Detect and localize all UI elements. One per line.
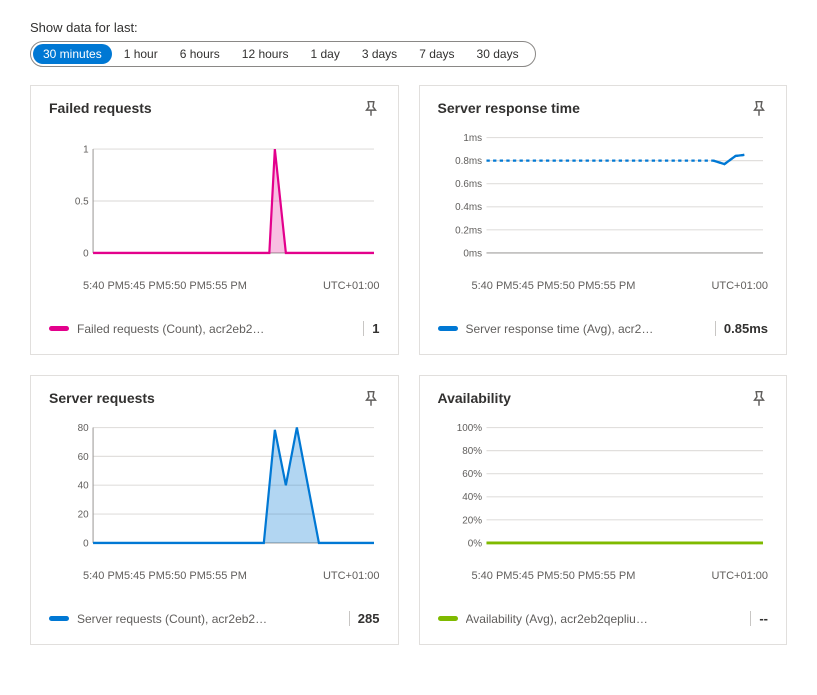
chart-legend[interactable]: Server response time (Avg), acr2… 0.85ms xyxy=(438,321,769,336)
svg-text:0: 0 xyxy=(83,248,89,259)
card-server-requests: Server requests 80 60 40 20 0 xyxy=(30,375,399,645)
time-range-selector: 30 minutes 1 hour 6 hours 12 hours 1 day… xyxy=(30,41,536,67)
chart-availability: 100% 80% 60% 40% 20% 0% xyxy=(438,416,769,566)
legend-swatch xyxy=(49,326,69,331)
svg-text:20%: 20% xyxy=(462,515,482,526)
svg-text:0.4ms: 0.4ms xyxy=(455,202,482,213)
timezone-label: UTC+01:00 xyxy=(323,280,380,292)
chart-legend[interactable]: Availability (Avg), acr2eb2qepliu… -- xyxy=(438,611,769,626)
time-pill-3days[interactable]: 3 days xyxy=(352,44,407,64)
svg-text:0.5: 0.5 xyxy=(75,196,89,207)
legend-value: 1 xyxy=(363,321,379,336)
card-title: Failed requests xyxy=(49,100,152,116)
chart-server-response-time: 1ms 0.8ms 0.6ms 0.4ms 0.2ms 0ms xyxy=(438,126,769,276)
legend-value: -- xyxy=(750,611,768,626)
time-pill-30days[interactable]: 30 days xyxy=(467,44,529,64)
timezone-label: UTC+01:00 xyxy=(711,570,768,582)
svg-text:1: 1 xyxy=(83,144,89,155)
legend-swatch xyxy=(49,616,69,621)
time-pill-6hours[interactable]: 6 hours xyxy=(170,44,230,64)
x-axis-ticks: 5:40 PM5:45 PM5:50 PM5:55 PM xyxy=(472,570,636,582)
chart-legend[interactable]: Failed requests (Count), acr2eb2… 1 xyxy=(49,321,380,336)
svg-text:60: 60 xyxy=(78,452,89,463)
time-pill-12hours[interactable]: 12 hours xyxy=(232,44,299,64)
card-availability: Availability 100% 80% 60% 40% 20% 0% xyxy=(419,375,788,645)
svg-text:0.6ms: 0.6ms xyxy=(455,179,482,190)
svg-text:60%: 60% xyxy=(462,469,482,480)
x-axis-ticks: 5:40 PM5:45 PM5:50 PM5:55 PM xyxy=(83,280,247,292)
svg-text:100%: 100% xyxy=(456,423,481,434)
chart-legend[interactable]: Server requests (Count), acr2eb2… 285 xyxy=(49,611,380,626)
time-range-label: Show data for last: xyxy=(30,20,787,35)
card-failed-requests: Failed requests 1 0.5 0 5:40 PM5:45 PM5:… xyxy=(30,85,399,355)
card-title: Availability xyxy=(438,390,511,406)
svg-text:80%: 80% xyxy=(462,446,482,457)
time-pill-1day[interactable]: 1 day xyxy=(300,44,349,64)
time-pill-30min[interactable]: 30 minutes xyxy=(33,44,112,64)
x-axis-ticks: 5:40 PM5:45 PM5:50 PM5:55 PM xyxy=(472,280,636,292)
card-server-response-time: Server response time 1ms 0.8ms 0.6ms 0.4… xyxy=(419,85,788,355)
legend-value: 0.85ms xyxy=(715,321,768,336)
svg-text:0.2ms: 0.2ms xyxy=(455,225,482,236)
card-title: Server response time xyxy=(438,100,580,116)
legend-value: 285 xyxy=(349,611,380,626)
svg-text:40: 40 xyxy=(78,481,89,492)
chart-server-requests: 80 60 40 20 0 xyxy=(49,416,380,566)
pin-icon[interactable] xyxy=(362,100,380,118)
legend-label: Server requests (Count), acr2eb2… xyxy=(77,612,341,626)
legend-label: Availability (Avg), acr2eb2qepliu… xyxy=(466,612,743,626)
time-pill-7days[interactable]: 7 days xyxy=(409,44,464,64)
svg-text:20: 20 xyxy=(78,509,89,520)
legend-label: Server response time (Avg), acr2… xyxy=(466,322,707,336)
svg-text:0ms: 0ms xyxy=(463,248,482,259)
svg-text:0%: 0% xyxy=(467,538,481,549)
card-title: Server requests xyxy=(49,390,155,406)
pin-icon[interactable] xyxy=(750,390,768,408)
legend-swatch xyxy=(438,616,458,621)
pin-icon[interactable] xyxy=(750,100,768,118)
time-pill-1hour[interactable]: 1 hour xyxy=(114,44,168,64)
svg-text:0: 0 xyxy=(83,538,89,549)
svg-text:0.8ms: 0.8ms xyxy=(455,156,482,167)
svg-text:80: 80 xyxy=(78,423,89,434)
x-axis-ticks: 5:40 PM5:45 PM5:50 PM5:55 PM xyxy=(83,570,247,582)
svg-text:1ms: 1ms xyxy=(463,133,482,144)
timezone-label: UTC+01:00 xyxy=(323,570,380,582)
svg-text:40%: 40% xyxy=(462,492,482,503)
pin-icon[interactable] xyxy=(362,390,380,408)
timezone-label: UTC+01:00 xyxy=(711,280,768,292)
legend-label: Failed requests (Count), acr2eb2… xyxy=(77,322,355,336)
chart-failed-requests: 1 0.5 0 xyxy=(49,126,380,276)
legend-swatch xyxy=(438,326,458,331)
